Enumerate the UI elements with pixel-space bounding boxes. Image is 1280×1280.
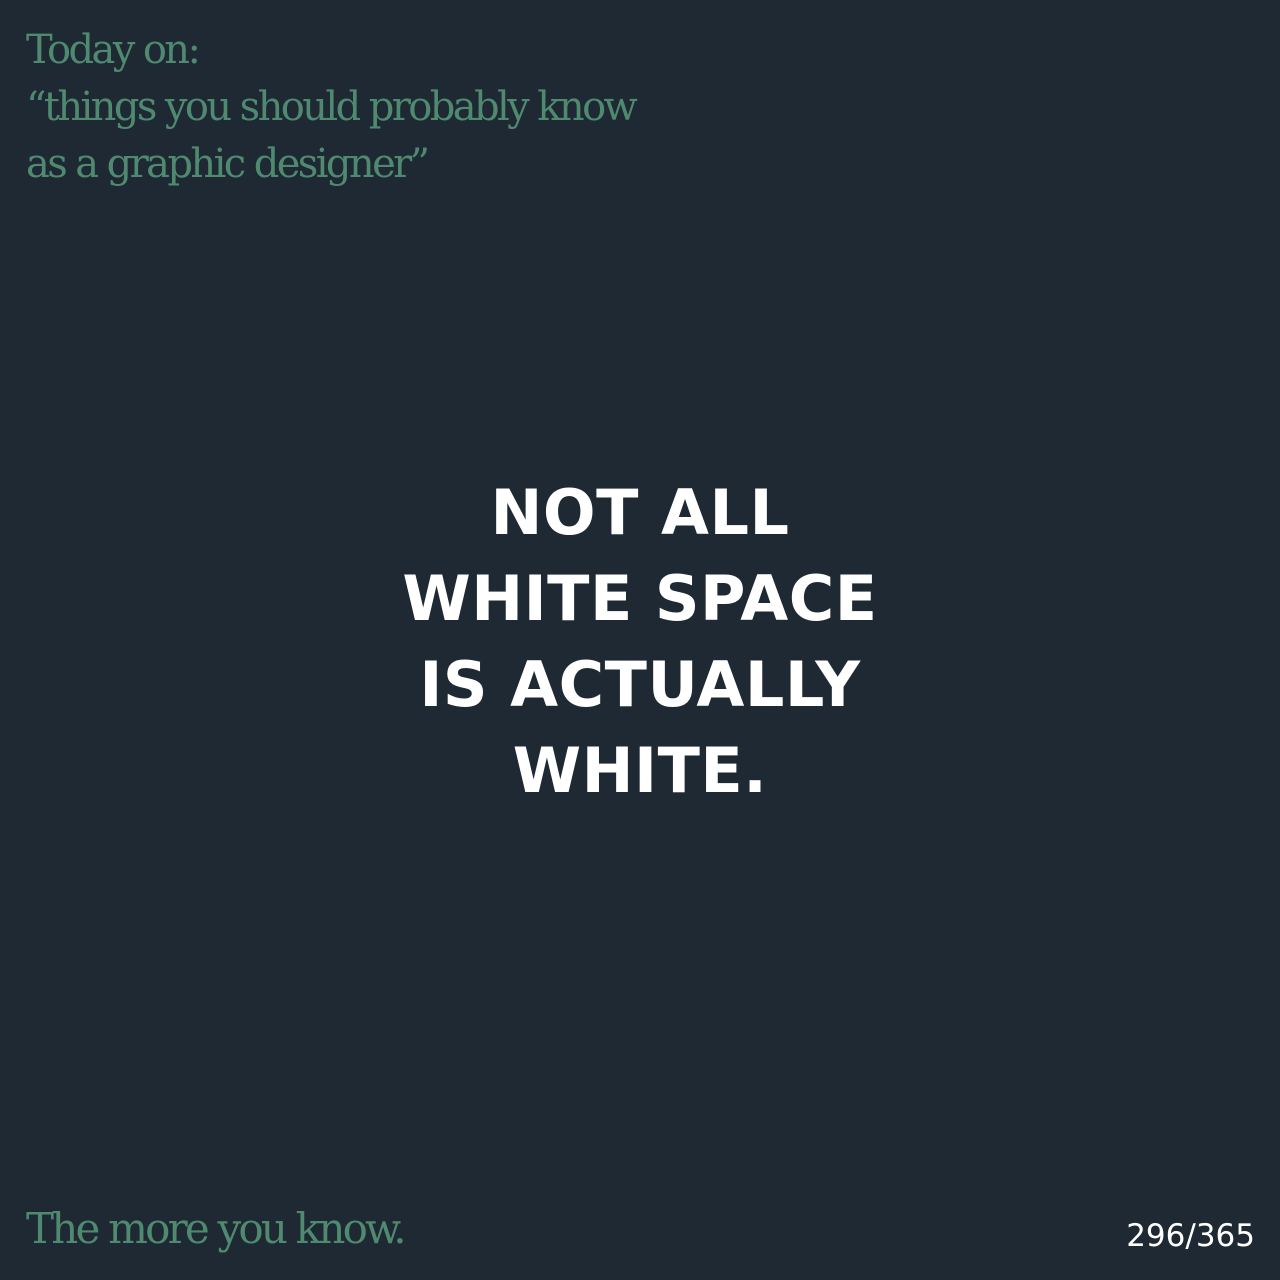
series-header: Today on: “things you should probably kn… <box>26 22 746 193</box>
header-line-today-on: Today on: <box>26 27 201 73</box>
headline-line-3: IS ACTUALLY <box>419 648 861 721</box>
main-headline: NOT ALL WHITE SPACE IS ACTUALLY WHITE. <box>0 470 1280 814</box>
footer-tagline: The more you know. <box>26 1204 407 1253</box>
headline-line-2: WHITE SPACE <box>402 562 878 635</box>
headline-line-1: NOT ALL <box>490 476 790 549</box>
header-line-series-title-cont: as a graphic designer” <box>26 141 430 187</box>
post-counter: 296/365 <box>1126 1218 1255 1254</box>
header-line-series-title: “things you should probably know <box>26 84 638 130</box>
headline-line-4: WHITE. <box>512 734 768 807</box>
